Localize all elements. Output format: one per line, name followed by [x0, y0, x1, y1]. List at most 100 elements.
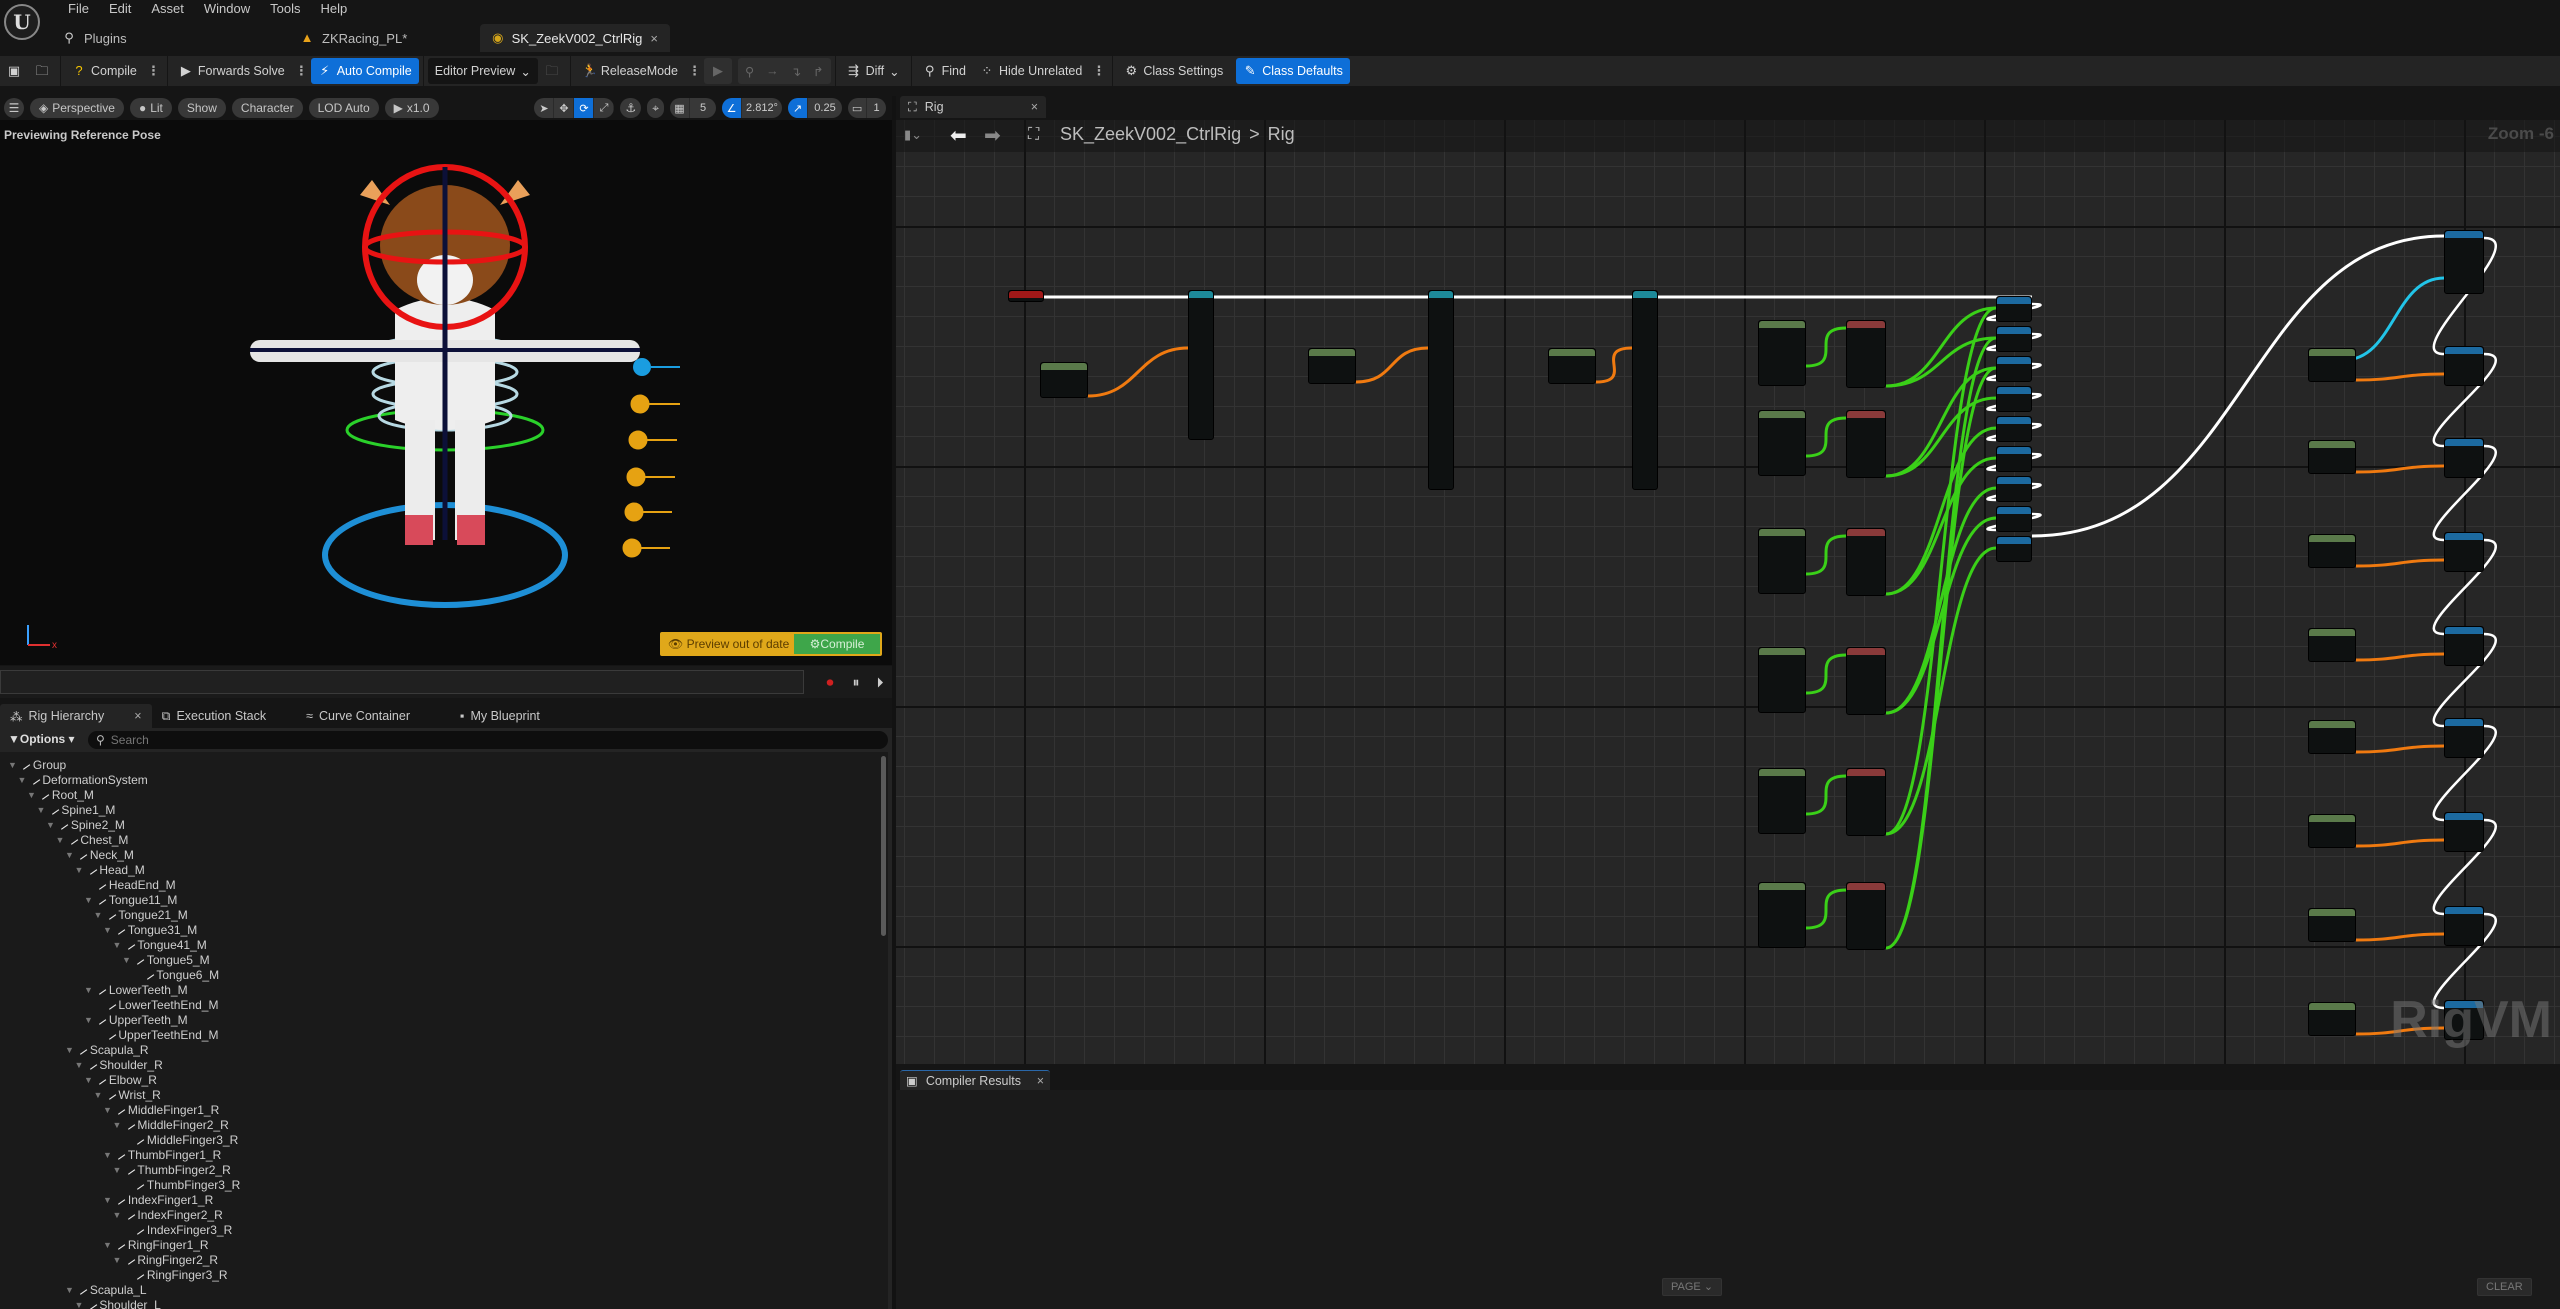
hierarchy-search[interactable]: ⚲	[88, 731, 888, 749]
hierarchy-node[interactable]: ⚊ IndexFinger3_R	[122, 1222, 233, 1237]
pause-icon[interactable]: ⏸	[848, 674, 864, 690]
hierarchy-node[interactable]: ▼ ⚊ Shoulder_R	[75, 1057, 163, 1072]
expand-arrow-icon[interactable]: ▼	[84, 1075, 93, 1085]
banner-compile-button[interactable]: ⚙ Compile	[794, 634, 880, 654]
select-icon[interactable]: ➤	[534, 98, 555, 118]
set-curve-value-node[interactable]	[1996, 326, 2032, 352]
get-transform-node[interactable]	[1758, 410, 1806, 476]
expand-arrow-icon[interactable]: ▼	[8, 760, 17, 770]
hierarchy-node[interactable]: ▼ ⚊ Tongue11_M	[84, 892, 177, 907]
hierarchy-node[interactable]: ▼ ⚊ Elbow_R	[84, 1072, 157, 1087]
doc-tab-plugins[interactable]: ⚲ Plugins	[50, 24, 240, 52]
hierarchy-node[interactable]: ⚊ ThumbFinger3_R	[122, 1177, 241, 1192]
hierarchy-node[interactable]: ▼ ⚊ Chest_M	[56, 832, 129, 847]
expand-arrow-icon[interactable]: ▼	[103, 1195, 112, 1205]
expand-arrow-icon[interactable]: ▼	[75, 1300, 84, 1309]
scale-snap[interactable]: ↗ 0.25	[788, 98, 842, 118]
breadcrumb-leaf[interactable]: Rig	[1268, 124, 1295, 145]
set-parameter-node[interactable]	[2444, 812, 2484, 852]
find-button[interactable]: ⚲ Find	[916, 58, 973, 84]
remap-node[interactable]	[1846, 647, 1886, 715]
expand-arrow-icon[interactable]: ▼	[94, 910, 103, 920]
hierarchy-node[interactable]: ▼ ⚊ ThumbFinger1_R	[103, 1147, 221, 1162]
get-control-node[interactable]	[1548, 348, 1596, 384]
save-button[interactable]: ▣	[0, 58, 28, 84]
doc-tab-level[interactable]: ▲ ZKRacing_PL*	[240, 24, 470, 52]
get-transform-node[interactable]	[1758, 528, 1806, 594]
set-parameter-node[interactable]	[2444, 718, 2484, 758]
hierarchy-node[interactable]: ▼ ⚊ RingFinger1_R	[103, 1237, 209, 1252]
expand-arrow-icon[interactable]: ▼	[122, 955, 131, 965]
class-settings-button[interactable]: ⚙ Class Settings	[1117, 58, 1230, 84]
tab-my-blueprint[interactable]: ▪ My Blueprint	[450, 704, 550, 728]
auto-compile-toggle[interactable]: ⚡ Auto Compile	[310, 58, 419, 84]
remap-node[interactable]	[1846, 528, 1886, 596]
hierarchy-node[interactable]: ▼ ⚊ DeformationSystem	[18, 772, 148, 787]
bookmark-icon[interactable]: ▮⌄	[904, 127, 922, 143]
tree-scrollbar-thumb[interactable]	[881, 756, 886, 936]
surface-snap-button[interactable]: ⚓	[620, 98, 642, 118]
close-tab-icon[interactable]: ×	[650, 31, 658, 46]
hierarchy-node[interactable]: ▼ ⚊ Head_M	[75, 862, 145, 877]
expand-arrow-icon[interactable]: ▼	[75, 1060, 84, 1070]
rig-graph-canvas[interactable]	[896, 120, 2560, 1064]
hierarchy-node[interactable]: ▼ ⚊ Tongue41_M	[113, 937, 207, 952]
menu-edit[interactable]: Edit	[99, 0, 141, 18]
hierarchy-node[interactable]: ▼ ⚊ Tongue31_M	[103, 922, 197, 937]
hide-unrelated-button[interactable]: ⁘ Hide Unrelated	[973, 58, 1089, 84]
hierarchy-node[interactable]: ▼ ⚊ MiddleFinger2_R	[113, 1117, 229, 1132]
editor-preview-dropdown[interactable]: Editor Preview ⌄	[427, 58, 538, 84]
set-curve-value-node[interactable]	[1996, 416, 2032, 442]
release-options-icon[interactable]: ⋮	[685, 63, 704, 79]
camera-speed[interactable]: ▭ 1	[848, 98, 886, 118]
menu-tools[interactable]: Tools	[260, 0, 310, 18]
hierarchy-node[interactable]: ⚊ LowerTeethEnd_M	[94, 997, 218, 1012]
set-parameter-node[interactable]	[2444, 438, 2484, 478]
expand-arrow-icon[interactable]: ▼	[103, 1240, 112, 1250]
get-control-node[interactable]	[1308, 348, 1356, 384]
search-input[interactable]	[110, 733, 811, 747]
rotate-icon[interactable]: ⟳	[574, 98, 595, 118]
set-parameter-node[interactable]	[2444, 532, 2484, 572]
translate-icon[interactable]: ✥	[554, 98, 575, 118]
close-tab-icon[interactable]: ×	[1031, 100, 1038, 114]
set-curve-value-node[interactable]	[1996, 356, 2032, 382]
forward-arrow-icon[interactable]: ➡	[984, 123, 1001, 148]
hierarchy-node[interactable]: ▼ ⚊ ThumbFinger2_R	[113, 1162, 231, 1177]
set-parameter-node[interactable]	[2444, 906, 2484, 946]
expand-arrow-icon[interactable]: ▼	[46, 820, 55, 830]
step-forward-icon[interactable]: ⏵	[872, 674, 888, 690]
hierarchy-node[interactable]: ▼ ⚊ Shoulder_L	[75, 1297, 161, 1309]
lod-button[interactable]: LOD Auto	[308, 98, 379, 118]
grid-snap[interactable]: ▦ 5	[670, 98, 716, 118]
viewport[interactable]: x	[0, 120, 892, 665]
perspective-button[interactable]: ◈ Perspective	[30, 98, 124, 118]
doc-tab-control-rig[interactable]: ◉ SK_ZeekV002_CtrlRig ×	[480, 24, 670, 52]
hierarchy-node[interactable]: ▼ ⚊ Wrist_R	[94, 1087, 161, 1102]
hierarchy-node[interactable]: ▼ ⚊ IndexFinger2_R	[113, 1207, 223, 1222]
expand-arrow-icon[interactable]: ▼	[113, 1255, 122, 1265]
rotation-snap[interactable]: ∠ 2.812°	[722, 98, 782, 118]
debug-step-buttons[interactable]: ⚲ → ↴ ↱	[737, 58, 831, 84]
get-parameter-node[interactable]	[2308, 1002, 2356, 1036]
tab-rig-hierarchy[interactable]: ⁂ Rig Hierarchy ×	[0, 704, 152, 728]
expand-arrow-icon[interactable]: ▼	[65, 1045, 74, 1055]
hierarchy-node[interactable]: ⚊ RingFinger3_R	[122, 1267, 228, 1282]
hierarchy-node[interactable]: ▼ ⚊ LowerTeeth_M	[84, 982, 188, 997]
expand-arrow-icon[interactable]: ▼	[103, 1150, 112, 1160]
set-node[interactable]	[1428, 290, 1454, 490]
close-tab-icon[interactable]: ×	[1037, 1074, 1044, 1088]
hierarchy-node[interactable]: ▼ ⚊ Spine1_M	[37, 802, 116, 817]
lit-button[interactable]: ● Lit	[129, 98, 172, 118]
hierarchy-node[interactable]: ▼ ⚊ Root_M	[27, 787, 94, 802]
breadcrumb-root[interactable]: SK_ZeekV002_CtrlRig	[1060, 124, 1241, 145]
clear-button[interactable]: CLEAR	[2477, 1278, 2532, 1296]
expand-arrow-icon[interactable]: ▼	[103, 925, 112, 935]
tab-execution-stack[interactable]: ⧉ Execution Stack	[152, 704, 277, 728]
playback-speed-button[interactable]: ▶ x1.0	[384, 98, 439, 118]
get-parameter-node[interactable]	[2308, 534, 2356, 568]
get-parameter-node[interactable]	[2308, 908, 2356, 942]
expand-arrow-icon[interactable]: ▼	[103, 1105, 112, 1115]
set-node[interactable]	[1188, 290, 1214, 440]
set-curve-value-node[interactable]	[1996, 446, 2032, 472]
